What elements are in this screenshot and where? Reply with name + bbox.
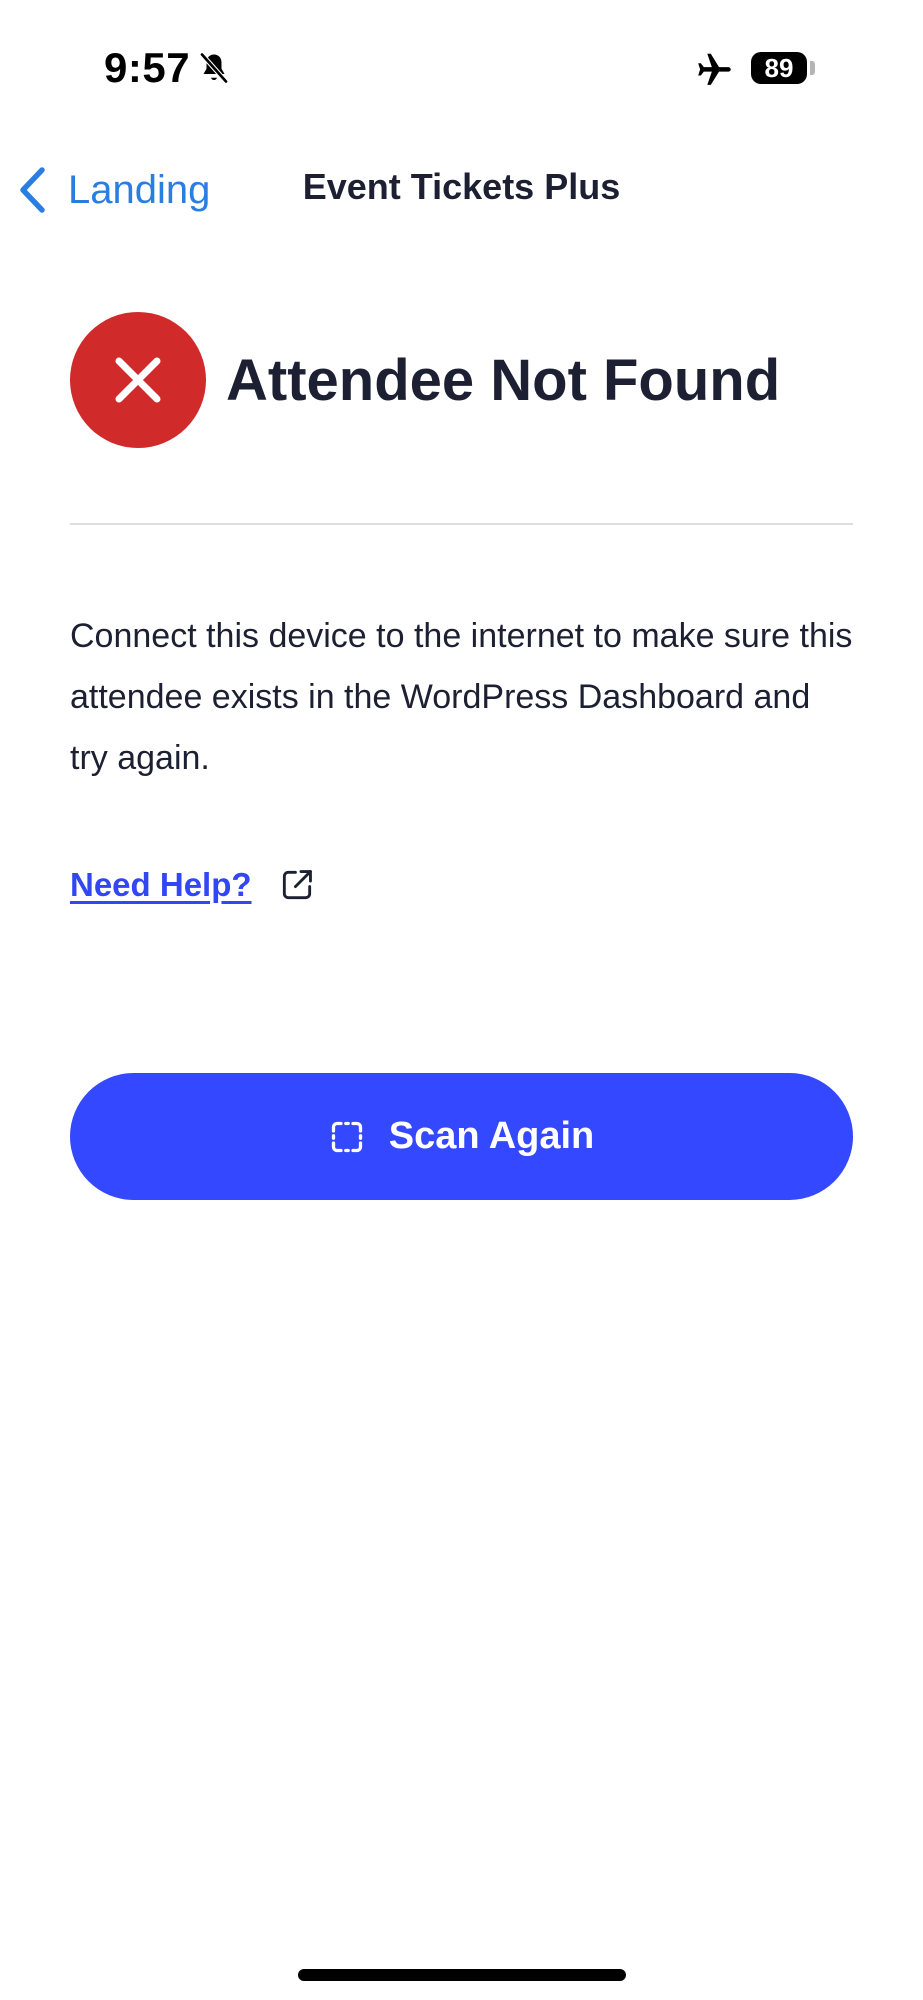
result-title: Attendee Not Found	[226, 347, 781, 413]
bell-slash-icon	[199, 52, 229, 84]
need-help-label: Need Help?	[70, 866, 252, 903]
battery-cap	[810, 61, 815, 75]
error-message: Connect this device to the internet to m…	[70, 617, 853, 777]
chevron-left-icon	[20, 167, 45, 213]
scan-again-button[interactable]: Scan Again	[70, 1073, 853, 1200]
status-bar: 9:57 89	[0, 0, 923, 140]
result-header: Attendee Not Found	[70, 312, 780, 448]
scan-again-label: Scan Again	[388, 1115, 595, 1157]
error-badge	[70, 312, 206, 448]
battery-icon: 89	[751, 52, 807, 84]
back-button[interactable]: Landing	[18, 162, 210, 218]
home-indicator[interactable]	[298, 1969, 626, 1981]
need-help-link[interactable]: Need Help?	[70, 866, 316, 904]
battery-level: 89	[764, 53, 794, 83]
scan-frame-icon	[331, 1121, 362, 1152]
navigation-bar: Event Tickets Plus Landing	[0, 150, 923, 230]
close-icon	[115, 357, 161, 403]
external-link-icon	[282, 870, 312, 900]
status-time: 9:57	[104, 44, 191, 91]
airplane-icon	[698, 53, 731, 85]
divider	[70, 523, 853, 525]
back-label: Landing	[68, 167, 211, 212]
